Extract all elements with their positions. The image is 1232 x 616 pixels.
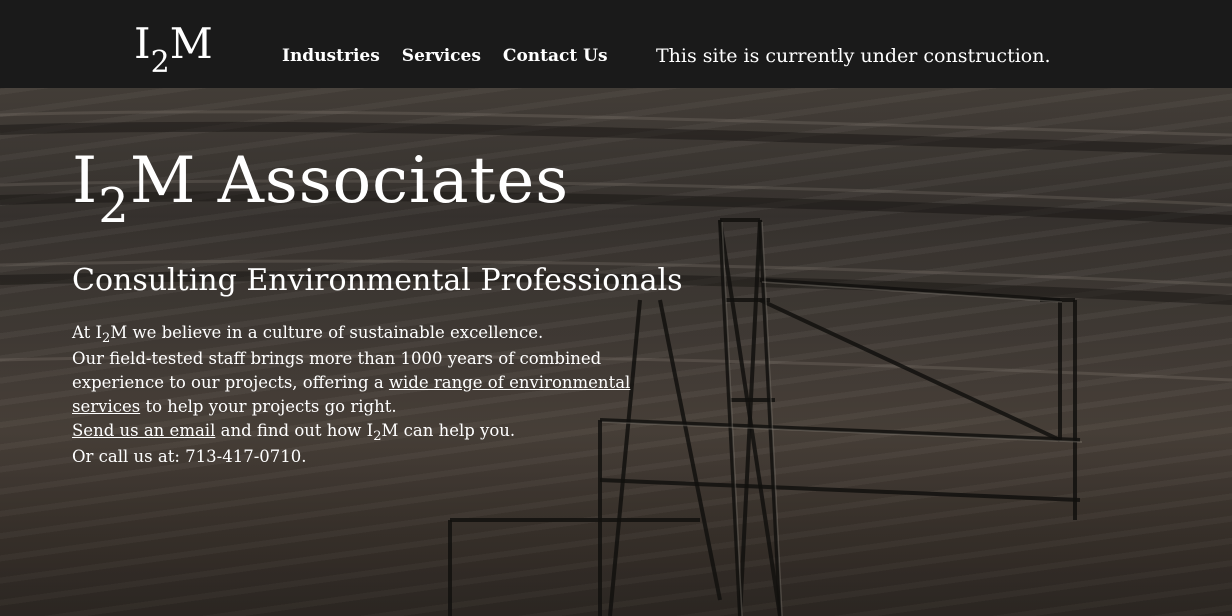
email-text-pre: and find out how I bbox=[215, 421, 374, 440]
hero-title-pre: I bbox=[72, 144, 99, 218]
intro-line1-subscript: 2 bbox=[102, 331, 111, 346]
logo-text-pre: I bbox=[134, 19, 151, 68]
logo-text-post: M bbox=[169, 19, 213, 68]
email-text-post: M can help you. bbox=[381, 421, 516, 440]
intro-paragraph: At I2M we believe in a culture of sustai… bbox=[72, 321, 652, 419]
logo-text-subscript: 2 bbox=[150, 45, 170, 80]
intro-line2-post: to help your projects go right. bbox=[140, 397, 397, 416]
hero-title-subscript: 2 bbox=[98, 178, 130, 234]
hero-body: At I2M we believe in a culture of sustai… bbox=[72, 321, 652, 469]
contact-paragraph: Send us an email and find out how I2M ca… bbox=[72, 419, 652, 469]
phone-line: Or call us at: 713-417-0710. bbox=[72, 447, 307, 466]
hero-title-post: M Associates bbox=[129, 144, 570, 218]
nav-link-contact-us[interactable]: Contact Us bbox=[503, 44, 608, 68]
email-text-subscript: 2 bbox=[373, 429, 382, 444]
top-navbar: I2M Industries Services Contact Us This … bbox=[0, 0, 1232, 88]
hero-content: I2M Associates Consulting Environmental … bbox=[72, 138, 752, 469]
hero-subtitle: Consulting Environmental Professionals bbox=[72, 263, 683, 298]
email-link[interactable]: Send us an email bbox=[72, 421, 215, 440]
site-logo[interactable]: I2M bbox=[134, 19, 213, 81]
intro-line1-post: M we believe in a culture of sustainable… bbox=[110, 323, 544, 342]
main-nav: Industries Services Contact Us bbox=[282, 44, 608, 68]
construction-notice: This site is currently under constructio… bbox=[656, 45, 1051, 67]
page: I2M Industries Services Contact Us This … bbox=[0, 0, 1232, 616]
nav-link-industries[interactable]: Industries bbox=[282, 44, 380, 68]
intro-line1-pre: At I bbox=[72, 323, 103, 342]
hero-title: I2M Associates bbox=[72, 138, 752, 234]
nav-link-services[interactable]: Services bbox=[402, 44, 481, 68]
